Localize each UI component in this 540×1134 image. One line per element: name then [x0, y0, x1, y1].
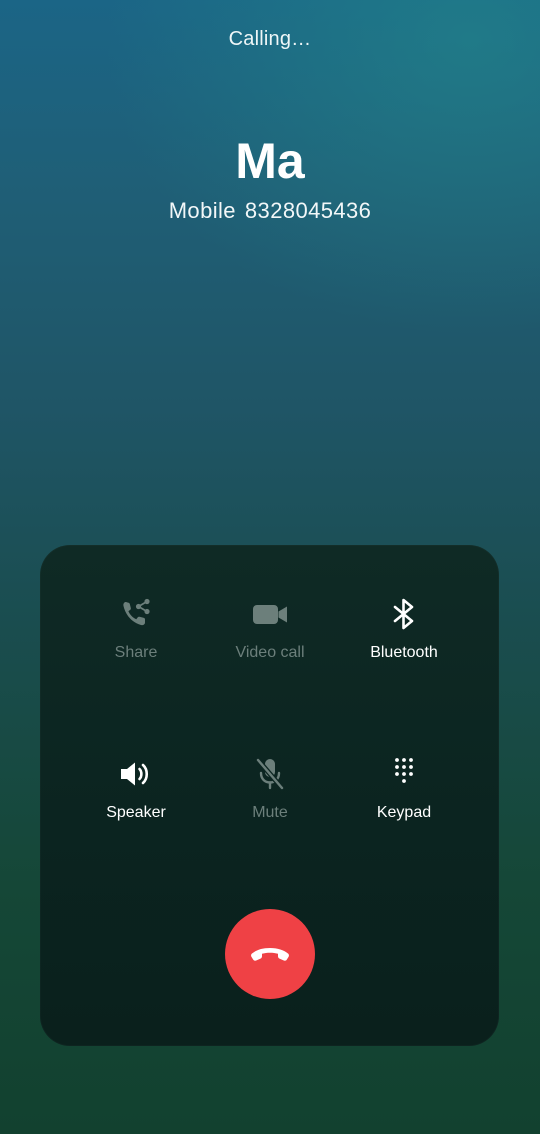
contact-number-row: Mobile 8328045436: [0, 198, 540, 224]
dialpad-icon: [395, 758, 413, 783]
keypad-button[interactable]: Keypad: [329, 754, 479, 822]
bluetooth-button[interactable]: Bluetooth: [329, 594, 479, 662]
keypad-label: Keypad: [376, 804, 432, 821]
phone-number: 8328045436: [244, 198, 372, 223]
video-camera-icon: [253, 605, 287, 624]
video-call-label: Video call: [235, 644, 305, 661]
speaker-icon: [121, 762, 149, 786]
share-button[interactable]: Share: [61, 594, 211, 662]
share-call-icon: [123, 598, 150, 626]
bluetooth-icon: [393, 598, 414, 630]
contact-name: Ma: [235, 133, 305, 189]
speaker-label: Speaker: [106, 804, 166, 821]
mute-button[interactable]: Mute: [195, 754, 345, 822]
number-type: Mobile: [168, 198, 236, 223]
share-label: Share: [114, 644, 158, 661]
mute-label: Mute: [252, 804, 288, 821]
speaker-button[interactable]: Speaker: [61, 754, 211, 822]
call-status: Calling…: [228, 28, 312, 50]
video-call-button[interactable]: Video call: [195, 594, 345, 662]
end-call-icon: [251, 948, 289, 961]
bluetooth-label: Bluetooth: [370, 644, 438, 661]
in-call-controls-panel: Share Video call Bluetooth Speaker Mute …: [40, 545, 499, 1046]
mic-off-icon: [255, 757, 285, 791]
end-call-button[interactable]: [225, 909, 315, 999]
